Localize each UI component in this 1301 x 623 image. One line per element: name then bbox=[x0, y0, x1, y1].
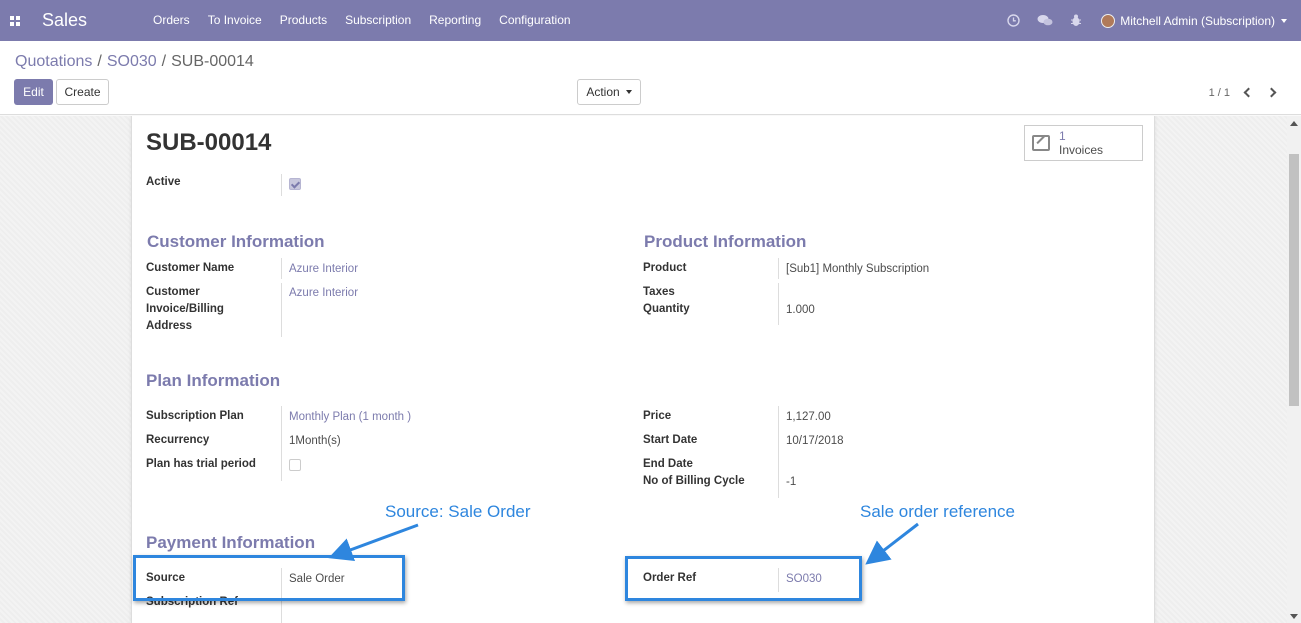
bug-icon[interactable] bbox=[1060, 14, 1091, 27]
user-menu[interactable]: Mitchell Admin (Subscription) bbox=[1091, 13, 1301, 28]
divider bbox=[778, 258, 779, 279]
end-date-label: End Date bbox=[643, 458, 693, 470]
menu-item-to-invoice[interactable]: To Invoice bbox=[199, 0, 271, 41]
billing-cycle-value: -1 bbox=[786, 476, 797, 488]
product-label: Product bbox=[643, 262, 687, 274]
start-date-value: 10/17/2018 bbox=[786, 435, 844, 447]
price-value: 1,127.00 bbox=[786, 411, 831, 423]
invoice-address-label-line3: Address bbox=[146, 320, 193, 332]
action-label: Action bbox=[586, 85, 620, 99]
active-label: Active bbox=[146, 176, 181, 188]
product-section-title: Product Information bbox=[644, 232, 807, 251]
invoices-smart-button[interactable]: 1 Invoices bbox=[1024, 125, 1143, 161]
breadcrumb-quotations[interactable]: Quotations bbox=[15, 53, 92, 70]
apps-menu-icon[interactable] bbox=[0, 0, 30, 41]
plan-section-title: Plan Information bbox=[146, 371, 281, 390]
pager-previous-button[interactable] bbox=[1241, 85, 1255, 99]
recurrency-label: Recurrency bbox=[146, 434, 210, 446]
user-name: Mitchell Admin (Subscription) bbox=[1120, 13, 1275, 28]
avatar bbox=[1101, 13, 1116, 28]
customer-name-label: Customer Name bbox=[146, 262, 235, 274]
pencil-square-icon bbox=[1032, 135, 1050, 151]
customer-name-value[interactable]: Azure Interior bbox=[289, 261, 358, 278]
chevron-down-icon bbox=[625, 90, 632, 94]
chevron-left-icon bbox=[1243, 87, 1253, 97]
record-title: SUB-00014 bbox=[146, 129, 272, 156]
chevron-down-icon bbox=[1281, 18, 1287, 23]
pager-next-button[interactable] bbox=[1264, 85, 1278, 99]
active-checkbox[interactable] bbox=[289, 178, 301, 190]
menu-item-subscription[interactable]: Subscription bbox=[336, 0, 420, 41]
invoices-count: 1 bbox=[1059, 129, 1066, 143]
taxes-label: Taxes bbox=[643, 286, 675, 298]
menu-item-products[interactable]: Products bbox=[271, 0, 336, 41]
customer-section-title: Customer Information bbox=[147, 232, 325, 251]
edit-button[interactable]: Edit bbox=[14, 79, 53, 105]
price-label: Price bbox=[643, 410, 672, 422]
chevron-right-icon bbox=[1266, 87, 1276, 97]
payment-section-title: Payment Information bbox=[146, 533, 316, 552]
control-panel: Quotations / SO030/SUB-00014 Edit Create A… bbox=[0, 41, 1301, 115]
page-scrollbar[interactable] bbox=[1287, 116, 1301, 623]
order-ref-highlight-box bbox=[625, 556, 862, 601]
action-dropdown[interactable]: Action bbox=[577, 79, 641, 105]
scrollbar-thumb[interactable] bbox=[1289, 154, 1299, 406]
scroll-up-icon[interactable] bbox=[1290, 121, 1298, 126]
divider bbox=[281, 258, 282, 279]
divider bbox=[281, 283, 282, 337]
main-menu: Orders To Invoice Products Subscription … bbox=[144, 0, 580, 41]
breadcrumb: Quotations / SO030/SUB-00014 bbox=[15, 53, 254, 70]
breadcrumb-order[interactable]: SO030 bbox=[107, 53, 157, 70]
divider bbox=[281, 174, 282, 196]
billing-cycle-label: No of Billing Cycle bbox=[643, 475, 745, 487]
menu-item-configuration[interactable]: Configuration bbox=[490, 0, 579, 41]
trial-period-label: Plan has trial period bbox=[146, 458, 256, 470]
subscription-plan-label: Subscription Plan bbox=[146, 410, 244, 422]
pager-value[interactable]: 1 / 1 bbox=[1209, 87, 1230, 99]
content-area: SUB-00014 1 Invoices Active Customer Inf… bbox=[0, 116, 1287, 623]
source-annotation: Source: Sale Order bbox=[385, 502, 531, 521]
breadcrumb-current: SUB-00014 bbox=[171, 53, 254, 70]
invoice-address-label-line2: Invoice/Billing bbox=[146, 303, 224, 315]
start-date-label: Start Date bbox=[643, 434, 698, 446]
quantity-value: 1.000 bbox=[786, 304, 815, 316]
divider bbox=[778, 283, 779, 325]
subscription-plan-value[interactable]: Monthly Plan (1 month ) bbox=[289, 409, 411, 426]
menu-item-orders[interactable]: Orders bbox=[144, 0, 199, 41]
trial-period-checkbox[interactable] bbox=[289, 459, 301, 471]
invoices-label: Invoices bbox=[1059, 143, 1104, 157]
invoice-address-label-line1: Customer bbox=[146, 286, 200, 298]
divider bbox=[778, 406, 779, 498]
navbar-systray: Mitchell Admin (Subscription) bbox=[998, 0, 1301, 41]
product-value: [Sub1] Monthly Subscription bbox=[786, 263, 930, 275]
chat-icon[interactable] bbox=[1029, 14, 1060, 27]
invoice-address-value[interactable]: Azure Interior bbox=[289, 285, 358, 302]
source-highlight-box bbox=[133, 555, 405, 601]
divider bbox=[281, 406, 282, 481]
clock-icon[interactable] bbox=[998, 14, 1029, 27]
recurrency-value: 1Month(s) bbox=[289, 435, 341, 447]
create-button[interactable]: Create bbox=[56, 79, 109, 105]
form-sheet: SUB-00014 1 Invoices Active Customer Inf… bbox=[131, 116, 1155, 623]
order-ref-annotation: Sale order reference bbox=[860, 502, 1015, 521]
top-navbar: Sales Orders To Invoice Products Subscri… bbox=[0, 0, 1301, 41]
scroll-down-icon[interactable] bbox=[1290, 614, 1298, 619]
quantity-label: Quantity bbox=[643, 303, 690, 315]
app-name[interactable]: Sales bbox=[42, 10, 130, 31]
menu-item-reporting[interactable]: Reporting bbox=[420, 0, 490, 41]
